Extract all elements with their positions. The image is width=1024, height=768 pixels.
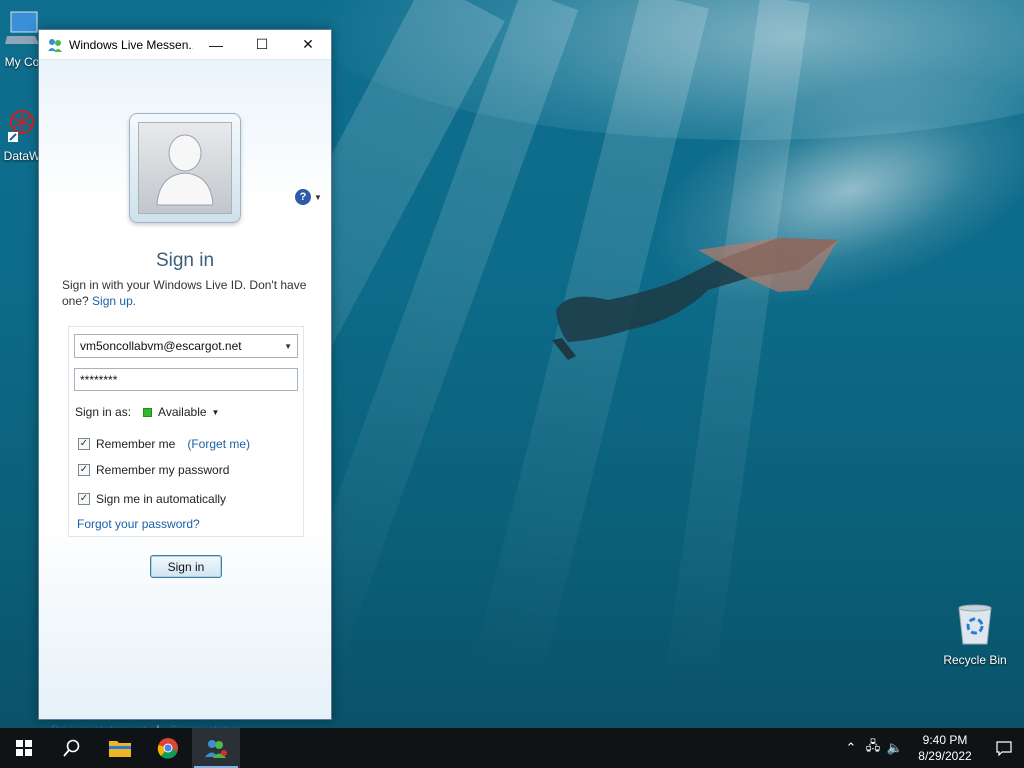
email-combobox[interactable]: vm5oncollabvm@escargot.net ▼ (74, 334, 298, 358)
taskbar-messenger[interactable] (192, 728, 240, 768)
search-icon (63, 739, 80, 757)
remember-me-label[interactable]: Remember me (96, 437, 175, 451)
status-selector-row: Sign in as: Available ▼ (75, 405, 219, 419)
close-icon: ✕ (302, 36, 314, 52)
maximize-icon: ☐ (255, 36, 269, 52)
desktop-icon-label: Recycle Bin (943, 653, 1007, 667)
messenger-icon (48, 38, 62, 52)
network-icon (8, 110, 34, 142)
window-titlebar[interactable]: Windows Live Messen... — ☐ ✕ (39, 30, 331, 60)
signin-heading: Sign in (155, 250, 215, 271)
remember-me-row: ✓ Remember me (Forget me) (78, 437, 250, 451)
recycle-bin-icon (958, 604, 992, 645)
chrome-icon (157, 738, 178, 759)
remember-password-row: ✓ Remember my password (78, 463, 229, 477)
taskbar: ⌃ 🖧 🔈 9:40 PM 8/29/2022 (0, 728, 1024, 768)
signup-link[interactable]: Sign up. (92, 294, 136, 308)
sign-in-as-label: Sign in as: (75, 405, 132, 419)
chevron-down-icon: ▼ (314, 192, 322, 202)
clock-date: 8/29/2022 (918, 749, 972, 763)
start-button[interactable] (0, 728, 48, 768)
file-explorer-icon (109, 741, 131, 757)
signin-button[interactable]: Sign in (150, 555, 222, 578)
forgot-password-link[interactable]: Forgot your password? (77, 517, 200, 531)
status-dropdown[interactable]: Available (158, 405, 206, 419)
windows-start-icon (16, 740, 32, 756)
chevron-up-icon[interactable]: ⌃ (840, 740, 862, 756)
desktop-icon-recycle-bin[interactable]: Recycle Bin (938, 602, 1012, 667)
password-value: ******** (80, 372, 118, 387)
taskbar-file-explorer[interactable] (96, 728, 144, 768)
volume-icon[interactable]: 🔈 (884, 740, 906, 756)
available-status-icon (143, 407, 153, 417)
auto-signin-checkbox[interactable]: ✓ (78, 493, 90, 505)
taskbar-chrome[interactable] (144, 728, 192, 768)
help-icon: ? (295, 189, 311, 205)
computer-icon (5, 11, 39, 44)
remember-me-checkbox[interactable]: ✓ (78, 438, 90, 450)
auto-signin-row: ✓ Sign me in automatically (78, 492, 226, 506)
signin-panel: ? ▼ Sign in Sign in with your Windows Li… (39, 60, 331, 737)
maximize-button[interactable]: ☐ (239, 30, 285, 60)
desktop-icon-label: DataW (3, 149, 41, 163)
dropdown-arrow-icon[interactable]: ▼ (284, 342, 292, 351)
user-silhouette-icon (156, 134, 214, 206)
notifications-icon (996, 741, 1012, 756)
chevron-down-icon[interactable]: ▼ (212, 408, 220, 417)
auto-signin-label[interactable]: Sign me in automatically (96, 492, 226, 506)
credentials-panel: vm5oncollabvm@escargot.net ▼ ******** Si… (68, 326, 304, 537)
messenger-window: Windows Live Messen... — ☐ ✕ ? ▼ Sign in… (38, 29, 332, 737)
display-picture[interactable] (129, 113, 241, 223)
minimize-button[interactable]: — (193, 30, 239, 60)
diver-image (552, 238, 838, 360)
password-field[interactable]: ******** (74, 368, 298, 391)
search-button[interactable] (48, 728, 96, 768)
desktop-icon-label: My Co (4, 55, 40, 69)
forget-me-link[interactable]: (Forget me) (187, 437, 250, 451)
remember-password-checkbox[interactable]: ✓ (78, 464, 90, 476)
messenger-icon (205, 740, 227, 758)
window-title: Windows Live Messen... (69, 37, 193, 52)
notifications-button[interactable] (984, 728, 1024, 768)
help-menu-button[interactable]: ? ▼ (295, 188, 323, 206)
email-value: vm5oncollabvm@escargot.net (80, 339, 242, 353)
network-icon[interactable]: 🖧 (862, 737, 884, 759)
system-tray: ⌃ 🖧 🔈 9:40 PM 8/29/2022 (840, 728, 1024, 768)
minimize-icon: — (209, 36, 223, 53)
remember-password-label[interactable]: Remember my password (96, 463, 229, 477)
close-button[interactable]: ✕ (285, 30, 331, 60)
clock-time: 9:40 PM (922, 733, 968, 747)
intro-text: Sign in with your Windows Live ID. Don't… (62, 277, 314, 309)
clock[interactable]: 9:40 PM 8/29/2022 (906, 732, 984, 764)
